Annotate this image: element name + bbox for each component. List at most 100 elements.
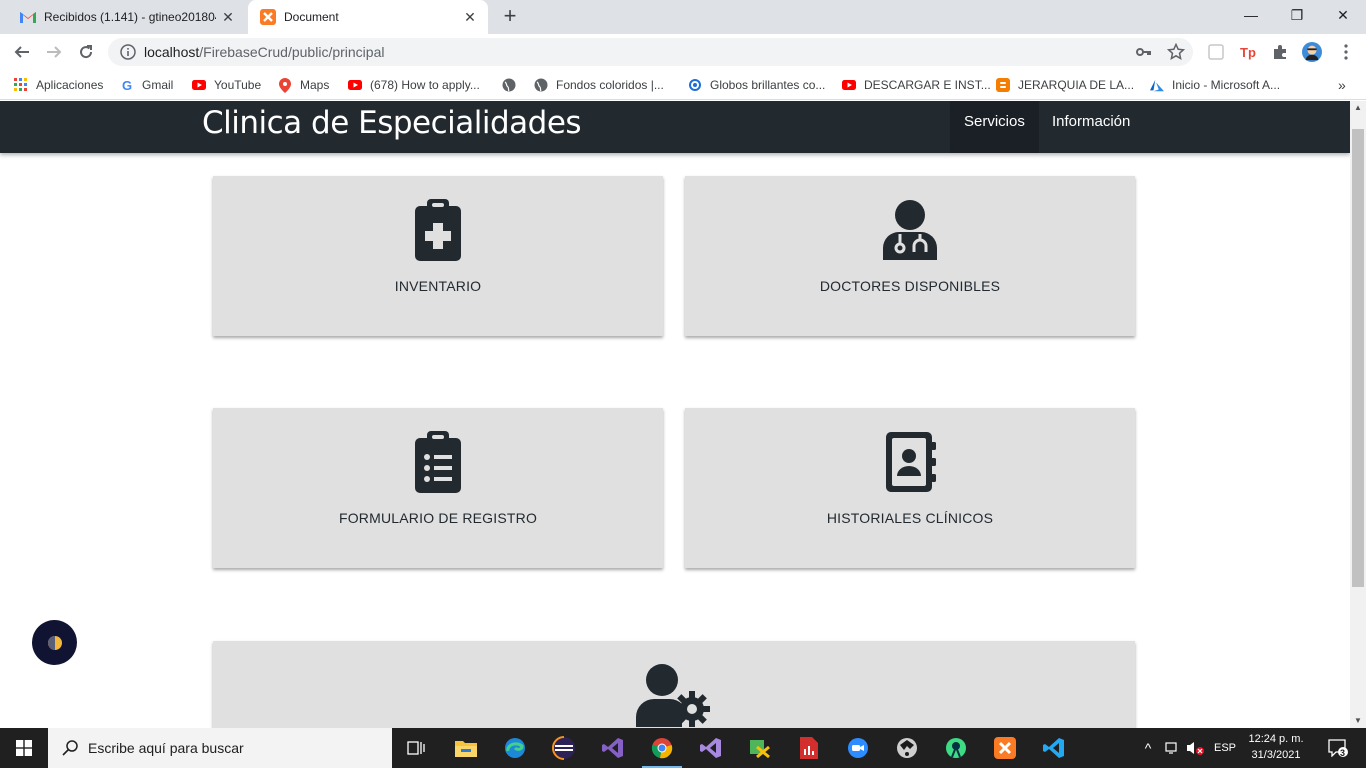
globe-icon	[534, 78, 548, 92]
clock-time: 12:24 p. m.	[1248, 733, 1304, 745]
window-close-button[interactable]: ✕	[1320, 0, 1366, 30]
page-scrollbar[interactable]: ▲ ▼	[1350, 101, 1366, 728]
xampp-icon	[260, 9, 276, 25]
card-formulario[interactable]: FORMULARIO DE REGISTRO	[213, 408, 663, 568]
bookmark-globe[interactable]	[502, 76, 524, 94]
visual-studio-icon[interactable]	[589, 728, 637, 768]
scrollbar-thumb[interactable]	[1352, 129, 1364, 587]
forward-button[interactable]	[42, 40, 66, 64]
globe-icon	[502, 78, 516, 92]
restore-button[interactable]: ❐	[1274, 0, 1320, 30]
language-indicator[interactable]: ESP	[1210, 728, 1240, 768]
clock-date: 31/3/2021	[1251, 749, 1301, 761]
taskbar-clock[interactable]: 12:24 p. m. 31/3/2021	[1244, 731, 1308, 763]
vscode-icon[interactable]	[1030, 728, 1078, 768]
bookmark-jerarquia[interactable]: JERARQUIA DE LA...	[996, 76, 1134, 94]
windows-logo-icon	[16, 740, 32, 756]
extension-tp-icon[interactable]: Tp	[1238, 42, 1258, 62]
profile-avatar[interactable]	[1302, 42, 1322, 62]
tab-title: Document	[284, 10, 339, 24]
eclipse-icon[interactable]	[540, 728, 588, 768]
card-doctores[interactable]: DOCTORES DISPONIBLES	[685, 176, 1135, 336]
clipboard-medical-icon	[408, 198, 468, 262]
close-icon[interactable]: ✕	[216, 9, 240, 26]
windows-taskbar: Escribe aquí para buscar ^ ESP 12:24 p. …	[0, 728, 1366, 768]
minimize-button[interactable]: —	[1228, 0, 1274, 30]
card-label: INVENTARIO	[394, 278, 482, 294]
nav-link-informacion[interactable]: Información	[1038, 101, 1144, 153]
bookmark-globos[interactable]: Globos brillantes co...	[688, 76, 825, 94]
bookmark-label: Inicio - Microsoft A...	[1172, 78, 1281, 92]
bookmark-maps[interactable]: Maps	[278, 76, 329, 94]
zoom-icon[interactable]	[834, 728, 882, 768]
bookmark-fondos[interactable]: Fondos coloridos |...	[534, 76, 664, 94]
pdf-icon[interactable]	[785, 728, 833, 768]
key-icon[interactable]	[1134, 42, 1154, 62]
bookmark-descargar[interactable]: DESCARGAR E INST...	[842, 76, 991, 94]
file-explorer-icon[interactable]	[442, 728, 490, 768]
nav-link-servicios[interactable]: Servicios	[950, 101, 1039, 153]
clipboard-list-icon	[408, 430, 468, 494]
browser-toolbar: localhost/FirebaseCrud/public/principal …	[0, 34, 1366, 70]
volume-muted-icon[interactable]	[1184, 728, 1206, 768]
inkscape-icon[interactable]	[883, 728, 931, 768]
maps-icon	[278, 77, 292, 93]
site-brand[interactable]: Clinica de Especialidades	[202, 105, 582, 141]
tab-document[interactable]: Document ✕	[248, 0, 488, 34]
blogger-icon	[996, 78, 1010, 92]
chrome-icon[interactable]	[638, 728, 686, 768]
reload-button[interactable]	[74, 40, 98, 64]
tab-title: Recibidos (1.141) - gtineo201804	[44, 10, 216, 24]
xampp-icon[interactable]	[981, 728, 1029, 768]
bookmark-aplicaciones[interactable]: Aplicaciones	[14, 76, 103, 94]
card-inventario[interactable]: INVENTARIO	[213, 176, 663, 336]
extensions-puzzle-icon[interactable]	[1270, 42, 1290, 62]
bookmarks-overflow-button[interactable]: »	[1338, 76, 1346, 94]
taskbar-search[interactable]: Escribe aquí para buscar	[48, 728, 392, 768]
scroll-up-arrow-icon[interactable]: ▲	[1350, 101, 1366, 115]
visual-studio-preview-icon[interactable]	[687, 728, 735, 768]
edge-icon[interactable]	[491, 728, 539, 768]
arrow-left-icon	[14, 46, 29, 58]
bookmark-star-icon[interactable]	[1166, 42, 1186, 62]
bookmark-label: Globos brillantes co...	[710, 78, 826, 92]
gmail-icon	[20, 9, 36, 25]
extension-pocket-icon[interactable]	[1206, 42, 1226, 62]
search-icon	[62, 740, 78, 756]
menu-kebab-icon[interactable]	[1336, 42, 1356, 62]
address-bar[interactable]: localhost/FirebaseCrud/public/principal	[108, 38, 1193, 66]
app-icon[interactable]	[736, 728, 784, 768]
azure-icon	[1150, 78, 1164, 92]
start-button[interactable]	[0, 728, 48, 768]
card-historiales[interactable]: HISTORIALES CLÍNICOS	[685, 408, 1135, 568]
bookmark-youtube[interactable]: YouTube	[192, 76, 261, 94]
url-host: localhost	[144, 44, 200, 60]
android-studio-icon[interactable]	[932, 728, 980, 768]
site-navbar: Clinica de Especialidades Servicios Info…	[0, 101, 1350, 153]
notification-center-icon[interactable]: 3	[1318, 728, 1358, 768]
tab-gmail[interactable]: Recibidos (1.141) - gtineo201804 ✕	[8, 0, 246, 34]
new-tab-button[interactable]: +	[496, 4, 524, 30]
back-button[interactable]	[10, 40, 34, 64]
site-icon	[688, 78, 702, 92]
bookmark-how-to-apply[interactable]: (678) How to apply...	[348, 76, 480, 94]
close-icon[interactable]: ✕	[458, 9, 482, 26]
floating-moon-button[interactable]	[32, 620, 77, 665]
bookmark-label: YouTube	[214, 78, 262, 92]
bookmark-label: (678) How to apply...	[370, 78, 480, 92]
scroll-down-arrow-icon[interactable]: ▼	[1350, 714, 1366, 728]
user-doctor-icon	[880, 198, 940, 262]
bookmark-label: Fondos coloridos |...	[556, 78, 664, 92]
network-icon[interactable]	[1162, 728, 1182, 768]
browser-tab-strip: Recibidos (1.141) - gtineo201804 ✕ Docum…	[0, 0, 1366, 34]
google-icon: G	[121, 77, 133, 93]
tray-chevron-up-icon[interactable]: ^	[1138, 728, 1158, 768]
half-moon-icon	[47, 635, 62, 650]
reload-icon	[80, 45, 93, 59]
task-view-icon[interactable]	[392, 728, 440, 768]
bookmark-gmail[interactable]: G Gmail	[120, 76, 173, 94]
bookmarks-bar: Aplicaciones G Gmail YouTube Maps (678) …	[0, 70, 1366, 100]
card-usuarios[interactable]	[213, 641, 1135, 728]
address-book-icon	[880, 430, 940, 494]
bookmark-microsoft[interactable]: Inicio - Microsoft A...	[1150, 76, 1280, 94]
